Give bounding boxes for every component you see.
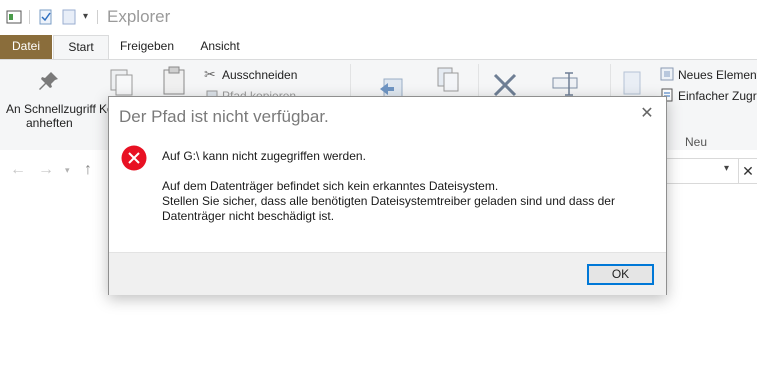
quick-access-separator bbox=[97, 10, 98, 24]
copy-icon bbox=[110, 69, 133, 96]
cut-button[interactable]: Ausschneiden bbox=[222, 68, 297, 82]
error-message-line-1: Auf dem Datenträger befindet sich kein e… bbox=[162, 179, 499, 193]
copy-to-icon bbox=[437, 67, 459, 92]
title-bar: ▾ Explorer bbox=[0, 0, 757, 35]
ribbon-tabs: Datei Start Freigeben Ansicht bbox=[0, 35, 757, 59]
pin-icon bbox=[39, 72, 58, 90]
properties-icon[interactable] bbox=[38, 9, 54, 25]
address-dropdown-icon[interactable]: ▾ bbox=[724, 163, 729, 174]
explorer-window-icon[interactable] bbox=[6, 10, 22, 24]
error-message-line-3: Datenträger nicht beschädigt ist. bbox=[162, 209, 335, 223]
quick-access-separator bbox=[29, 10, 30, 24]
new-item-button[interactable]: Neues Element bbox=[678, 68, 757, 82]
scissors-icon: ✂ bbox=[204, 66, 216, 82]
tab-freigeben[interactable]: Freigeben bbox=[112, 35, 182, 58]
forward-arrow-icon[interactable]: → bbox=[38, 161, 54, 179]
tab-start[interactable]: Start bbox=[53, 35, 109, 59]
error-icon bbox=[121, 145, 147, 171]
recent-locations-icon[interactable]: ▾ bbox=[65, 165, 70, 176]
rename-icon bbox=[552, 72, 578, 96]
tab-ansicht[interactable]: Ansicht bbox=[190, 35, 250, 58]
error-heading: Auf G:\ kann nicht zugegriffen werden. bbox=[162, 149, 366, 163]
pin-quick-access-label-line2: anheften bbox=[26, 116, 73, 130]
close-address-icon[interactable]: ✕ bbox=[738, 158, 757, 184]
customize-quick-access-icon[interactable]: ▾ bbox=[83, 11, 88, 22]
dialog-footer: OK bbox=[109, 252, 666, 295]
paste-icon bbox=[163, 66, 185, 95]
delete-icon bbox=[493, 73, 517, 97]
close-icon[interactable]: ✕ bbox=[636, 103, 658, 125]
back-arrow-icon[interactable]: ← bbox=[10, 161, 26, 179]
ok-button[interactable]: OK bbox=[587, 264, 654, 285]
new-item-icon bbox=[660, 67, 674, 81]
error-dialog: Der Pfad ist nicht verfügbar. ✕ Auf G:\ … bbox=[108, 96, 667, 295]
group-label-new: Neu bbox=[685, 135, 708, 149]
error-message-line-2: Stellen Sie sicher, dass alle benötigten… bbox=[162, 194, 615, 208]
easy-access-button[interactable]: Einfacher Zugriff bbox=[678, 89, 757, 103]
new-folder-icon[interactable] bbox=[62, 9, 76, 25]
tab-datei[interactable]: Datei bbox=[0, 35, 52, 59]
window-title: Explorer bbox=[107, 7, 171, 26]
pin-quick-access-button[interactable]: An Schnellzugriff bbox=[6, 102, 96, 116]
dialog-title: Der Pfad ist nicht verfügbar. bbox=[119, 107, 329, 126]
up-arrow-icon[interactable]: ↑ bbox=[84, 161, 92, 179]
new-folder-large-icon bbox=[623, 71, 641, 95]
